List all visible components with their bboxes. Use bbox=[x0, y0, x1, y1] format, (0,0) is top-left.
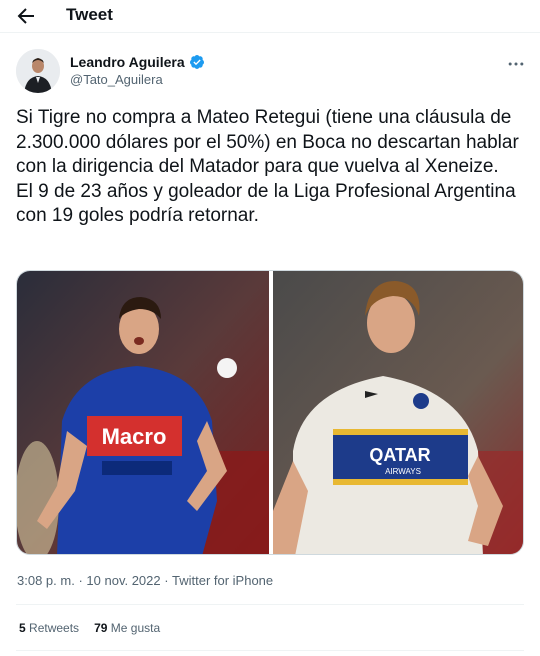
tweet-source[interactable]: Twitter for iPhone bbox=[172, 573, 273, 588]
divider bbox=[0, 32, 540, 33]
retweets-count: 5 bbox=[19, 621, 26, 635]
top-bar: Tweet bbox=[0, 0, 540, 32]
photo-tigre-player[interactable]: Macro bbox=[17, 271, 269, 554]
more-options-icon[interactable] bbox=[506, 54, 526, 74]
page-title: Tweet bbox=[66, 5, 113, 24]
tweet-stats: 5 Retweets 79 Me gusta bbox=[19, 620, 160, 636]
photo-boca-player[interactable]: QATAR AIRWAYS bbox=[273, 271, 523, 554]
author-handle[interactable]: @Tato_Aguilera bbox=[70, 72, 163, 88]
tweet-text: Si Tigre no compra a Mateo Retegui (tien… bbox=[16, 106, 526, 229]
verified-badge-icon bbox=[189, 55, 204, 69]
likes-label: Me gusta bbox=[110, 621, 161, 635]
likes-count: 79 bbox=[94, 621, 108, 635]
sponsor-qatar: QATAR bbox=[369, 445, 430, 465]
meta-separator: · bbox=[78, 573, 83, 588]
retweets-stat[interactable]: 5 Retweets bbox=[19, 620, 79, 636]
avatar[interactable] bbox=[16, 49, 60, 93]
sponsor-macro: Macro bbox=[102, 424, 167, 449]
author-name-row[interactable]: Leandro Aguilera bbox=[70, 53, 205, 71]
divider bbox=[16, 604, 524, 605]
tweet-time[interactable]: 3:08 p. m. bbox=[17, 573, 75, 588]
tweet-paragraph: El 9 de 23 años y goleador de la Liga Pr… bbox=[16, 180, 516, 227]
back-arrow-icon[interactable] bbox=[14, 4, 38, 28]
tweet-metadata: 3:08 p. m. · 10 nov. 2022 · Twitter for … bbox=[17, 573, 273, 589]
tweet-date[interactable]: 10 nov. 2022 bbox=[86, 573, 160, 588]
tweet-paragraph: Si Tigre no compra a Mateo Retegui (tien… bbox=[16, 107, 519, 178]
divider bbox=[16, 650, 524, 651]
sponsor-airways: AIRWAYS bbox=[385, 467, 421, 476]
retweets-label: Retweets bbox=[29, 621, 80, 635]
tweet-media[interactable]: Macro QATAR AIRWAYS bbox=[16, 270, 524, 555]
author-name[interactable]: Leandro Aguilera bbox=[70, 53, 185, 71]
meta-separator: · bbox=[164, 573, 169, 588]
likes-stat[interactable]: 79 Me gusta bbox=[94, 620, 160, 636]
